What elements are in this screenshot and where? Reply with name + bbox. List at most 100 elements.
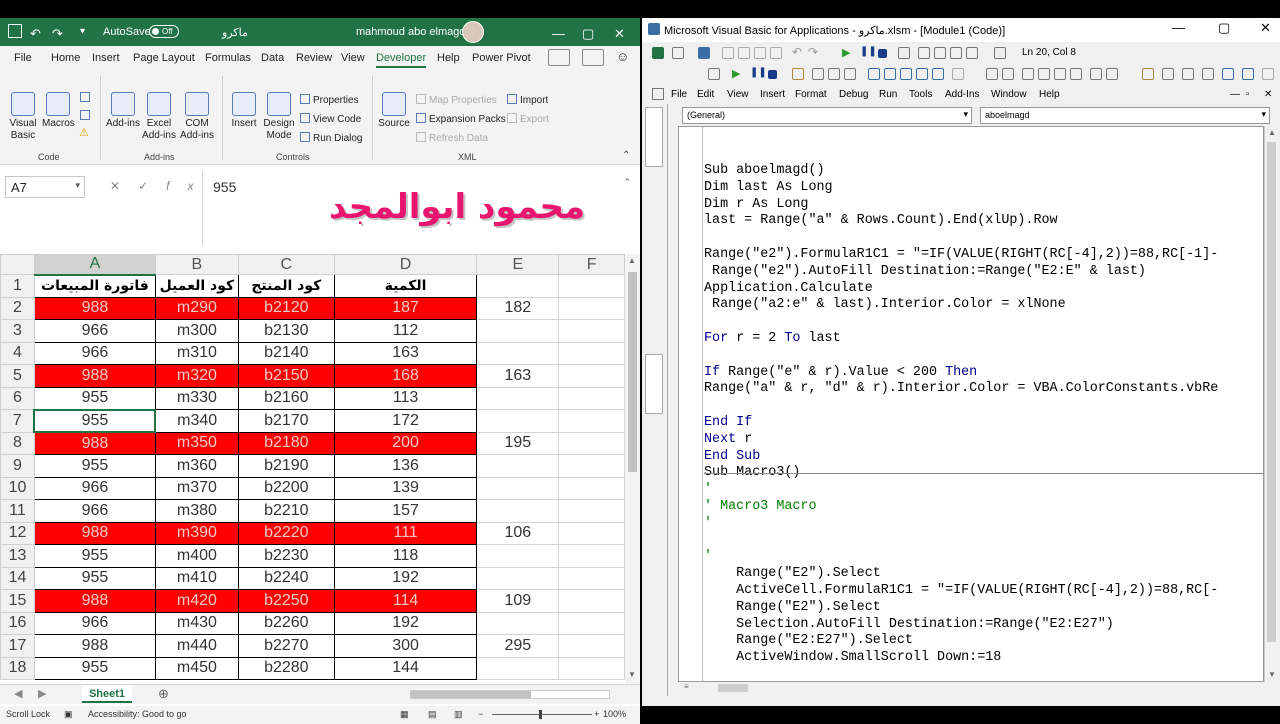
scroll-thumb[interactable]: [1267, 142, 1276, 642]
table-cell[interactable]: 955: [33, 544, 156, 568]
row-header[interactable]: 18: [0, 656, 35, 680]
table-cell[interactable]: [558, 386, 625, 410]
zoom-level[interactable]: 100%: [603, 709, 626, 719]
table-cell[interactable]: b2140: [237, 341, 335, 365]
comments-icon[interactable]: [582, 49, 604, 66]
cut-icon[interactable]: [722, 47, 734, 59]
menu-file[interactable]: File: [671, 89, 687, 100]
breakpoint-icon[interactable]: [1142, 68, 1154, 80]
row-header[interactable]: 8: [0, 431, 35, 455]
tab-home[interactable]: Home: [51, 52, 80, 64]
table-cell[interactable]: b2160: [237, 386, 335, 410]
object-browser-icon[interactable]: [950, 47, 962, 59]
table-cell[interactable]: m380: [154, 499, 239, 523]
worksheet-grid[interactable]: A B C D E F 1 فاتورة المبيعات كود العميل…: [0, 254, 625, 682]
code-margin[interactable]: [679, 127, 703, 681]
code-line[interactable]: ' Macro3 Macro: [704, 499, 1218, 516]
code-line[interactable]: Dim r As Long: [704, 197, 1218, 214]
table-cell[interactable]: m450: [154, 656, 239, 680]
step-into-icon[interactable]: [812, 68, 824, 80]
excel-add-ins-button[interactable]: Excel Add-ins: [140, 92, 178, 142]
outdent-icon[interactable]: [1002, 68, 1014, 80]
export-button[interactable]: Export: [507, 113, 549, 125]
row-header[interactable]: 13: [0, 544, 35, 568]
tab-insert[interactable]: Insert: [92, 52, 120, 64]
header-cell[interactable]: الكمية: [333, 274, 478, 298]
run-icon[interactable]: ▶: [842, 46, 854, 59]
menu-debug[interactable]: Debug: [839, 89, 868, 100]
table-cell[interactable]: b2120: [237, 296, 335, 320]
break-icon[interactable]: ❚❚: [860, 46, 877, 58]
quick-watch-icon[interactable]: [916, 68, 928, 80]
table-cell[interactable]: 172: [333, 409, 478, 433]
table-cell[interactable]: [476, 611, 560, 635]
page-layout-view-icon[interactable]: ▤: [428, 709, 437, 720]
zoom-slider[interactable]: [492, 710, 592, 719]
code-editor[interactable]: Sub aboelmagd() Dim last As Long Dim r As …: [704, 163, 1218, 667]
properties-window-icon[interactable]: [934, 47, 946, 59]
header-cell[interactable]: كود العميل: [154, 274, 239, 298]
undo-icon[interactable]: ↶: [30, 26, 41, 42]
code-line[interactable]: ActiveCell.FormulaR1C1 = "=IF(VALUE(RIGH…: [704, 583, 1218, 600]
table-cell[interactable]: b2250: [237, 589, 335, 613]
table-cell[interactable]: [558, 566, 625, 590]
table-cell[interactable]: [476, 499, 560, 523]
table-cell[interactable]: b2260: [237, 611, 335, 635]
table-cell[interactable]: 168: [333, 364, 478, 388]
previous-bookmark-icon[interactable]: [1054, 68, 1066, 80]
column-header[interactable]: E: [476, 254, 560, 275]
tab-file[interactable]: File: [14, 52, 32, 64]
table-cell[interactable]: 111: [333, 521, 478, 545]
project-explorer-pane[interactable]: [642, 104, 668, 696]
scroll-down-icon[interactable]: ▼: [628, 670, 636, 679]
page-break-view-icon[interactable]: ▥: [454, 709, 463, 720]
table-cell[interactable]: m360: [154, 454, 239, 478]
table-cell[interactable]: 114: [333, 589, 478, 613]
toolbar-options-icon[interactable]: [1262, 68, 1274, 80]
share-icon[interactable]: [548, 49, 570, 66]
tab-power-pivot[interactable]: Power Pivot: [472, 52, 531, 64]
avatar[interactable]: [462, 21, 484, 43]
list-properties-icon[interactable]: [708, 68, 720, 80]
toggle-breakpoint-icon[interactable]: [792, 68, 804, 80]
table-cell[interactable]: 966: [33, 476, 156, 500]
table-cell[interactable]: 988: [33, 364, 156, 388]
row-header[interactable]: 9: [0, 454, 35, 478]
relative-references-icon[interactable]: [80, 110, 90, 120]
table-cell[interactable]: [558, 656, 625, 680]
table-cell[interactable]: 192: [333, 566, 478, 590]
restore-icon[interactable]: ▢: [1218, 20, 1230, 36]
tab-help[interactable]: Help: [437, 52, 460, 64]
scroll-thumb[interactable]: [411, 691, 531, 698]
save-icon[interactable]: [698, 47, 710, 59]
table-cell[interactable]: b2190: [237, 454, 335, 478]
source-button[interactable]: Source: [378, 92, 410, 130]
macro-security-icon[interactable]: ⚠: [79, 126, 89, 139]
normal-view-icon[interactable]: ▦: [400, 709, 409, 720]
menu-add-ins[interactable]: Add-Ins: [945, 89, 979, 100]
zoom-slider-thumb[interactable]: [539, 710, 542, 719]
visual-basic-button[interactable]: Visual Basic: [6, 92, 40, 142]
reset-icon[interactable]: [878, 49, 887, 58]
sheet-tab-sheet1[interactable]: Sheet1: [82, 685, 132, 703]
step-out-icon[interactable]: [844, 68, 856, 80]
refresh-data-button[interactable]: Refresh Data: [416, 132, 488, 144]
close-icon[interactable]: ✕: [1260, 20, 1271, 36]
table-cell[interactable]: [476, 544, 560, 568]
table-cell[interactable]: m340: [154, 409, 239, 433]
table-cell[interactable]: [476, 454, 560, 478]
copy-icon[interactable]: [738, 47, 750, 59]
com-add-ins-button[interactable]: COM Add-ins: [178, 92, 216, 142]
table-cell[interactable]: [476, 386, 560, 410]
table-cell[interactable]: 187: [333, 296, 478, 320]
table-cell[interactable]: m300: [154, 319, 239, 343]
table-cell[interactable]: 988: [33, 296, 156, 320]
code-line[interactable]: For r = 2 To last: [704, 331, 1218, 348]
code-line[interactable]: ': [704, 482, 1218, 499]
header-cell[interactable]: كود المنتج: [237, 274, 335, 298]
macros-button[interactable]: Macros: [42, 92, 75, 130]
table-cell[interactable]: 988: [33, 589, 156, 613]
table-cell[interactable]: m350: [154, 431, 239, 455]
code-line[interactable]: Application.Calculate: [704, 281, 1218, 298]
row-header[interactable]: 14: [0, 566, 35, 590]
